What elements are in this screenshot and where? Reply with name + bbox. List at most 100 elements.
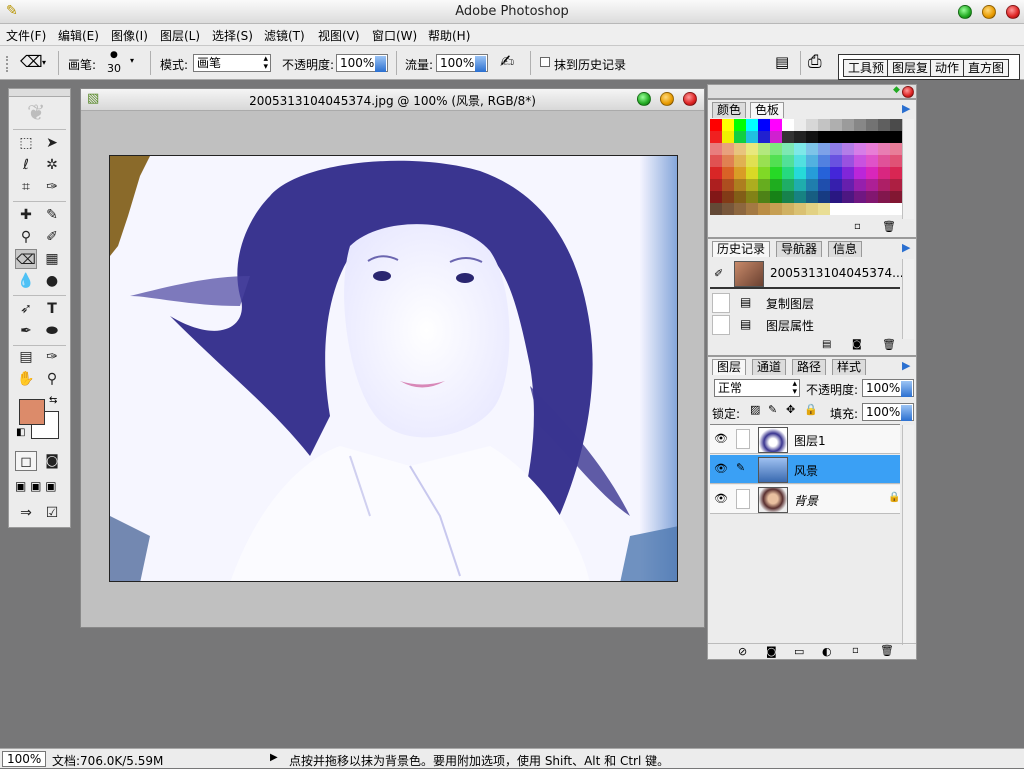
color-swatch[interactable] (806, 203, 818, 215)
tab-channels[interactable]: 通道 (752, 359, 787, 375)
color-swatch[interactable] (806, 167, 818, 179)
palette-well-tab-histogram[interactable]: 直方图 (963, 59, 1010, 77)
history-brush-source-icon[interactable]: ✐ (714, 267, 723, 280)
airbrush-icon[interactable]: ✍ (500, 52, 514, 72)
notes-tool-icon[interactable]: ▤ (15, 347, 37, 367)
color-swatch[interactable] (878, 203, 890, 215)
trash-icon[interactable]: 🗑 (880, 644, 894, 657)
color-swatch[interactable] (758, 203, 770, 215)
color-swatch[interactable] (890, 191, 902, 203)
color-swatch[interactable] (758, 167, 770, 179)
clone-stamp-tool-icon[interactable]: ⚲ (15, 227, 37, 247)
blend-mode-select[interactable]: 正常 ▴ ▾ (714, 379, 800, 397)
color-swatch[interactable] (818, 179, 830, 191)
color-swatch[interactable] (746, 179, 758, 191)
color-swatch[interactable] (794, 167, 806, 179)
magic-wand-tool-icon[interactable]: ✲ (41, 155, 63, 175)
color-swatch[interactable] (806, 155, 818, 167)
trash-icon[interactable]: 🗑 (882, 338, 896, 351)
new-document-from-state-icon[interactable]: ▤ (822, 339, 831, 350)
new-snapshot-icon[interactable]: ◙ (852, 339, 862, 350)
fill-slider-button[interactable] (901, 405, 912, 421)
lock-transparency-icon[interactable]: ▨ (750, 403, 760, 416)
layer-row[interactable]: 👁 图层1 (710, 425, 900, 454)
color-swatch[interactable] (710, 143, 722, 155)
color-swatch[interactable] (878, 191, 890, 203)
color-swatch[interactable] (758, 143, 770, 155)
color-swatch[interactable] (734, 203, 746, 215)
color-swatch[interactable] (878, 131, 890, 143)
color-swatch[interactable] (854, 203, 866, 215)
color-swatch[interactable] (854, 131, 866, 143)
tab-navigator[interactable]: 导航器 (776, 241, 823, 257)
color-swatch[interactable] (830, 179, 842, 191)
shape-tool-icon[interactable]: ⬬ (41, 321, 63, 341)
color-swatch[interactable] (770, 167, 782, 179)
mask-icon[interactable]: ◙ (766, 645, 777, 658)
palette-well-tab-tool-presets[interactable]: 工具预 (843, 59, 890, 77)
flow-slider-button[interactable] (475, 56, 486, 72)
color-swatch[interactable] (782, 167, 794, 179)
history-brush-slot[interactable] (712, 293, 730, 313)
swatch-grid[interactable] (710, 119, 902, 215)
eraser-icon[interactable]: ⌫ (20, 52, 43, 71)
color-swatch[interactable] (794, 191, 806, 203)
zoom-field[interactable]: 100% (2, 751, 46, 767)
eye-icon[interactable]: 👁 (714, 492, 728, 505)
screen-mode-icons[interactable]: ▣ ▣ ▣ (15, 479, 57, 493)
menu-layer[interactable]: 图层(L) (160, 27, 200, 44)
menu-help[interactable]: 帮助(H) (428, 27, 470, 44)
palette-dock-collapse-icon[interactable]: ◆ (893, 85, 900, 95)
color-swatch[interactable] (866, 167, 878, 179)
color-swatch[interactable] (722, 155, 734, 167)
color-swatch[interactable] (734, 167, 746, 179)
color-swatch[interactable] (710, 167, 722, 179)
gradient-tool-icon[interactable]: ▦ (41, 249, 63, 269)
color-swatch[interactable] (746, 203, 758, 215)
color-swatch[interactable] (734, 179, 746, 191)
color-swatch[interactable] (770, 143, 782, 155)
color-swatch[interactable] (890, 131, 902, 143)
layer-opacity-slider-button[interactable] (901, 381, 912, 397)
color-swatch[interactable] (806, 119, 818, 131)
quick-mask-mode-icon[interactable]: ◙ (41, 451, 63, 471)
color-swatch[interactable] (878, 119, 890, 131)
new-swatch-icon[interactable]: ▫ (854, 221, 861, 232)
document-zoom-button[interactable] (637, 92, 651, 106)
color-swatch[interactable] (722, 167, 734, 179)
color-swatch[interactable] (830, 155, 842, 167)
opacity-field[interactable]: 100% (336, 54, 388, 72)
color-swatch[interactable] (710, 119, 722, 131)
color-swatch[interactable] (770, 191, 782, 203)
color-swatch[interactable] (734, 191, 746, 203)
tab-color[interactable]: 颜色 (712, 102, 747, 118)
palette-menu-icon[interactable]: ▶ (902, 102, 910, 115)
color-swatch[interactable] (722, 191, 734, 203)
color-swatch[interactable] (746, 155, 758, 167)
color-swatch[interactable] (758, 119, 770, 131)
color-swatch[interactable] (794, 143, 806, 155)
color-swatch[interactable] (854, 143, 866, 155)
color-swatch[interactable] (722, 203, 734, 215)
zoom-window-button[interactable] (958, 5, 972, 19)
color-swatch[interactable] (830, 143, 842, 155)
opacity-slider-button[interactable] (375, 56, 386, 72)
color-swatch[interactable] (842, 131, 854, 143)
menu-file[interactable]: 文件(F) (6, 27, 46, 44)
color-swatch[interactable] (710, 203, 722, 215)
color-swatch[interactable] (890, 203, 902, 215)
standard-mode-icon[interactable]: ◻ (15, 451, 37, 471)
history-brush-tool-icon[interactable]: ✐ (41, 227, 63, 247)
color-swatch[interactable] (878, 167, 890, 179)
color-swatch[interactable] (866, 179, 878, 191)
zoom-tool-icon[interactable]: ⚲ (41, 369, 63, 389)
color-swatch[interactable] (734, 131, 746, 143)
color-swatch[interactable] (794, 131, 806, 143)
color-swatch[interactable] (782, 143, 794, 155)
color-swatch[interactable] (854, 179, 866, 191)
color-swatch[interactable] (818, 167, 830, 179)
menu-image[interactable]: 图像(I) (111, 27, 148, 44)
eye-icon[interactable]: 👁 (714, 432, 728, 445)
trash-icon[interactable]: 🗑 (882, 220, 896, 233)
fill-field[interactable]: 100% (862, 403, 914, 421)
